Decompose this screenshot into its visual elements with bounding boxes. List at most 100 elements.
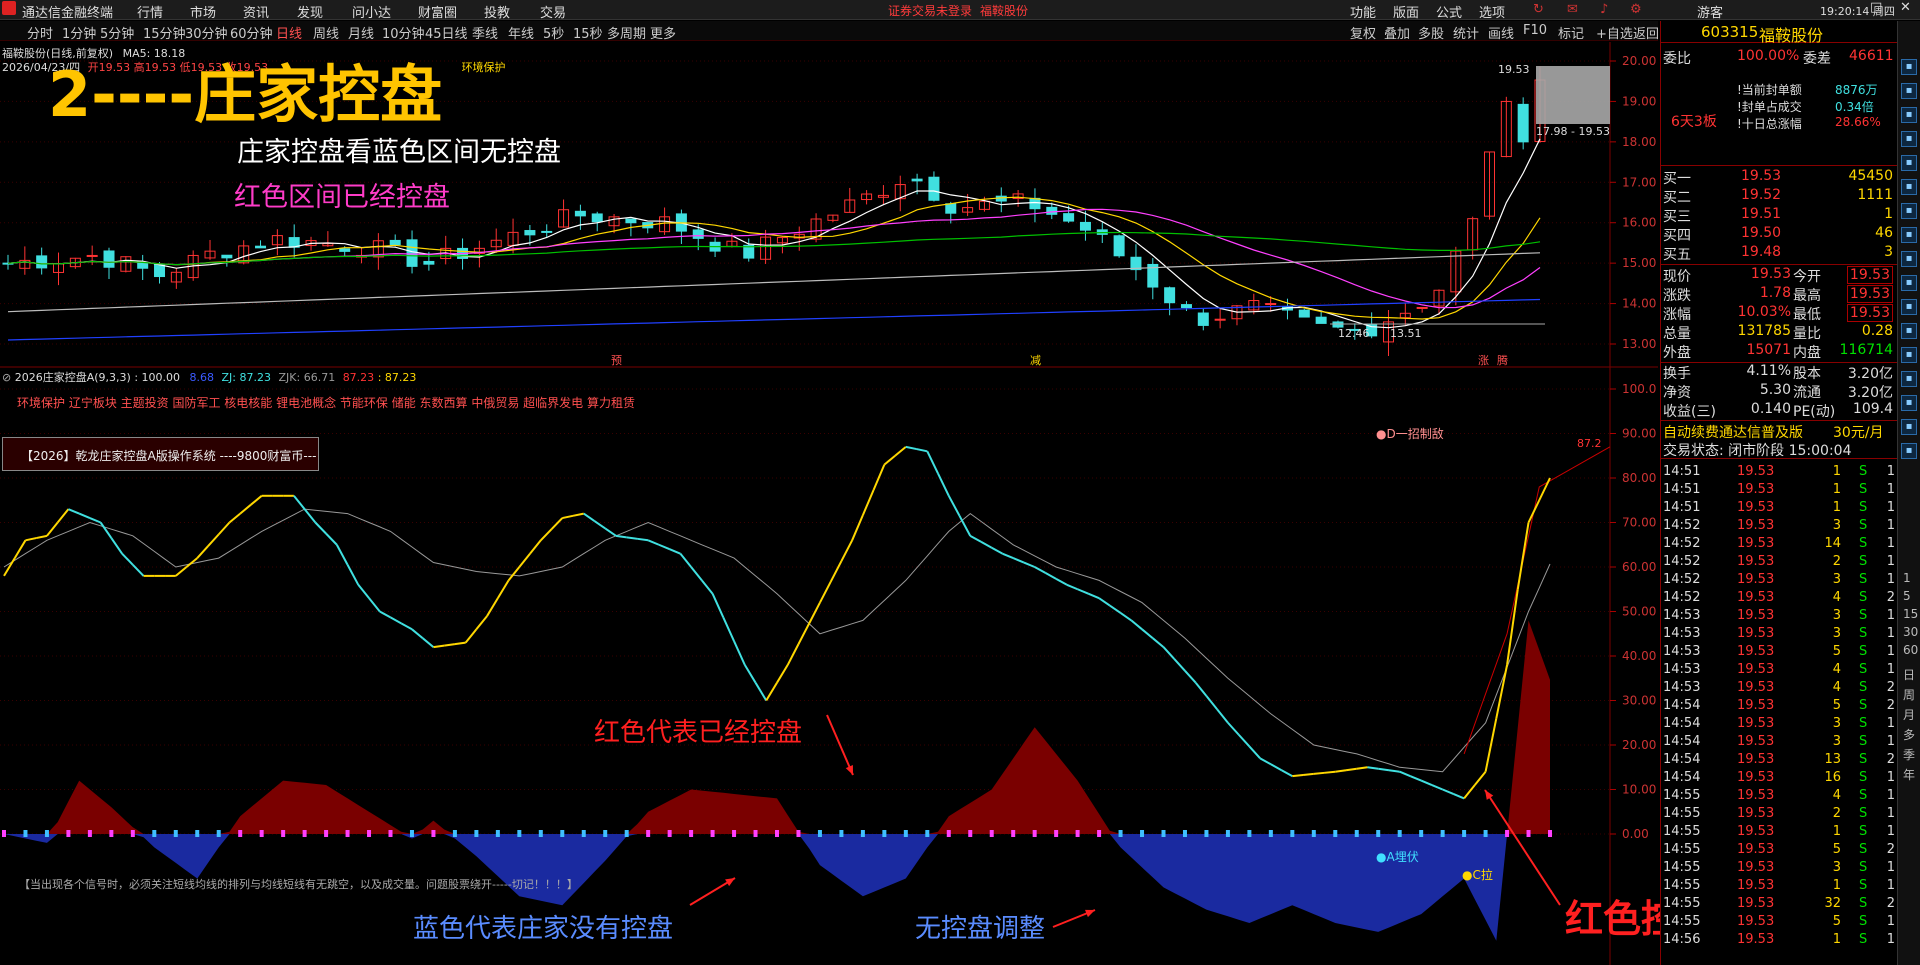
period-1[interactable]: 1分钟 — [62, 23, 96, 42]
chart-icon[interactable]: ▪ — [1901, 83, 1917, 99]
tool-6[interactable]: 标记 — [1558, 23, 1584, 42]
right-sidebar: ▪ ▪ ▪ ▪ ▪ ▪ ▪ ▪ ▪ ▪ ▪ ▪ ▪ ▪ ▪ ▪ ▪ 1 5 15 30 60 日周月多季年 — [1897, 21, 1920, 965]
bid-row[interactable]: 买一 19.53 45450 — [1661, 168, 1897, 187]
bid-row[interactable]: 买五 19.48 3 — [1661, 244, 1897, 263]
menu-gongneng[interactable]: 功能 — [1350, 2, 1376, 21]
grid-icon[interactable]: ▪ — [1901, 59, 1917, 75]
period-15[interactable]: 多周期 — [607, 23, 646, 42]
menu-faxian[interactable]: 发现 — [297, 2, 323, 21]
table-icon[interactable]: ▪ — [1901, 275, 1917, 291]
period-16[interactable]: 更多 — [650, 23, 676, 42]
menu-gongshi[interactable]: 公式 — [1436, 2, 1462, 21]
tick-row: 14:53 19.53 4 S 2 — [1661, 680, 1897, 698]
info-icon[interactable]: ▪ — [1901, 395, 1917, 411]
menu-zixun[interactable]: 资讯 — [243, 2, 269, 21]
tick-n: 1 — [1886, 572, 1895, 587]
bid-row[interactable]: 买二 19.52 1111 — [1661, 187, 1897, 206]
ad-box[interactable]: 【2026】乾龙庄家控盘A版操作系统 ----9800财富币--- — [2, 437, 319, 471]
period-14[interactable]: 15秒 — [573, 23, 603, 42]
maximize-button[interactable]: □ — [1870, 0, 1882, 15]
line-icon[interactable]: ▪ — [1901, 179, 1917, 195]
tool-7[interactable]: +自选 — [1596, 23, 1633, 42]
sidebar-period-2[interactable]: 月 — [1903, 706, 1915, 723]
indicator-name[interactable]: 2026庄家控盘A(9,3,3) — [15, 371, 131, 384]
concept-tags[interactable]: 环境保护 辽宁板块 主题投资 国防军工 核电核能 锂电池概念 节能环保 储能 东… — [17, 394, 635, 411]
period-num-30[interactable]: 30 — [1903, 625, 1918, 639]
tool-1[interactable]: 叠加 — [1384, 23, 1410, 42]
close-button[interactable]: ✕ — [1900, 0, 1911, 15]
bar-icon[interactable]: ▪ — [1901, 155, 1917, 171]
period-num-60[interactable]: 60 — [1903, 643, 1918, 657]
indicator-close-icon[interactable]: ⊘ — [2, 371, 11, 384]
bell-icon[interactable]: ♪ — [1600, 2, 1608, 17]
fall-icon[interactable]: ▪ — [1901, 227, 1917, 243]
login-notice[interactable]: 证券交易未登录 — [888, 2, 972, 19]
tool-0[interactable]: 复权 — [1350, 23, 1376, 42]
period-num-1[interactable]: 1 — [1903, 571, 1911, 585]
candle-body — [389, 239, 401, 246]
period-7[interactable]: 周线 — [313, 23, 339, 42]
control-tick-bar — [796, 830, 801, 837]
promo-text[interactable]: 自动续费通达信普及版 — [1663, 422, 1803, 442]
stat-row: 涨跌 1.78 最高 19.53 — [1661, 285, 1897, 304]
tool-2[interactable]: 多股 — [1418, 23, 1444, 42]
pie-icon[interactable]: ▪ — [1901, 251, 1917, 267]
period-num-15[interactable]: 15 — [1903, 607, 1918, 621]
f-icon[interactable]: ▪ — [1901, 299, 1917, 315]
menu-caifuquan[interactable]: 财富圈 — [418, 2, 457, 21]
star-icon[interactable]: ▪ — [1901, 443, 1917, 459]
period-4[interactable]: 30分钟 — [185, 23, 228, 42]
menu-hangqing[interactable]: 行情 — [137, 2, 163, 21]
promo-row[interactable]: 自动续费通达信普及版 30元/月 — [1661, 420, 1897, 441]
period-9[interactable]: 10分钟 — [382, 23, 425, 42]
sidebar-period-5[interactable]: 年 — [1903, 766, 1915, 783]
period-10[interactable]: 45日线 — [425, 23, 468, 42]
candle-icon[interactable]: ▪ — [1901, 131, 1917, 147]
cross-icon[interactable]: ▪ — [1901, 323, 1917, 339]
tool-4[interactable]: 画线 — [1488, 23, 1514, 42]
period-6[interactable]: 日线 — [276, 23, 302, 42]
sidebar-period-0[interactable]: 日 — [1903, 666, 1915, 683]
sidebar-period-3[interactable]: 多 — [1903, 726, 1915, 743]
tick-s: S — [1859, 716, 1868, 731]
event-tag: 减 — [1030, 354, 1041, 367]
period-num-5[interactable]: 5 — [1903, 589, 1911, 603]
message-icon[interactable]: ✉ — [1567, 2, 1578, 17]
tick-row: 14:55 19.53 5 S 1 — [1661, 914, 1897, 932]
control-tick-bar — [538, 830, 543, 837]
rise-icon[interactable]: ▪ — [1901, 203, 1917, 219]
list-icon[interactable]: ▪ — [1901, 107, 1917, 123]
control-tick-bar — [1054, 830, 1059, 837]
bid-row[interactable]: 买四 19.50 46 — [1661, 225, 1897, 244]
tick-p: 19.53 — [1737, 842, 1775, 857]
period-13[interactable]: 5秒 — [543, 23, 564, 42]
settings-icon[interactable]: ⚙ — [1630, 2, 1642, 17]
zoom-icon[interactable]: ▪ — [1901, 347, 1917, 363]
promo-price[interactable]: 30元/月 — [1833, 422, 1884, 442]
menu-xuanxiang[interactable]: 选项 — [1479, 2, 1505, 21]
menu-jiaoyi[interactable]: 交易 — [540, 2, 566, 21]
user-label[interactable]: 游客 — [1697, 2, 1723, 21]
period-5[interactable]: 60分钟 — [230, 23, 273, 42]
menu-shichang[interactable]: 市场 — [190, 2, 216, 21]
period-3[interactable]: 15分钟 — [143, 23, 186, 42]
period-12[interactable]: 年线 — [508, 23, 534, 42]
menu-toujiao[interactable]: 投教 — [484, 2, 510, 21]
sidebar-period-4[interactable]: 季 — [1903, 746, 1915, 763]
period-8[interactable]: 月线 — [348, 23, 374, 42]
bid-row[interactable]: 买三 19.51 1 — [1661, 206, 1897, 225]
period-11[interactable]: 季线 — [472, 23, 498, 42]
period-2[interactable]: 5分钟 — [100, 23, 134, 42]
sidebar-period-1[interactable]: 周 — [1903, 686, 1915, 703]
tool-8[interactable]: 返回 — [1633, 23, 1659, 42]
pen-icon[interactable]: ▪ — [1901, 371, 1917, 387]
menu-wenxiaoda[interactable]: 问小达 — [352, 2, 391, 21]
tool-3[interactable]: 统计 — [1453, 23, 1479, 42]
stat-l1: 涨跌 — [1663, 288, 1691, 304]
tool-5[interactable]: F10 — [1523, 23, 1547, 38]
period-0[interactable]: 分时 — [27, 23, 53, 42]
menu-banmian[interactable]: 版面 — [1393, 2, 1419, 21]
refresh-icon[interactable]: ↻ — [1533, 2, 1544, 17]
tick-p: 19.53 — [1737, 482, 1775, 497]
layers-icon[interactable]: ▪ — [1901, 419, 1917, 435]
